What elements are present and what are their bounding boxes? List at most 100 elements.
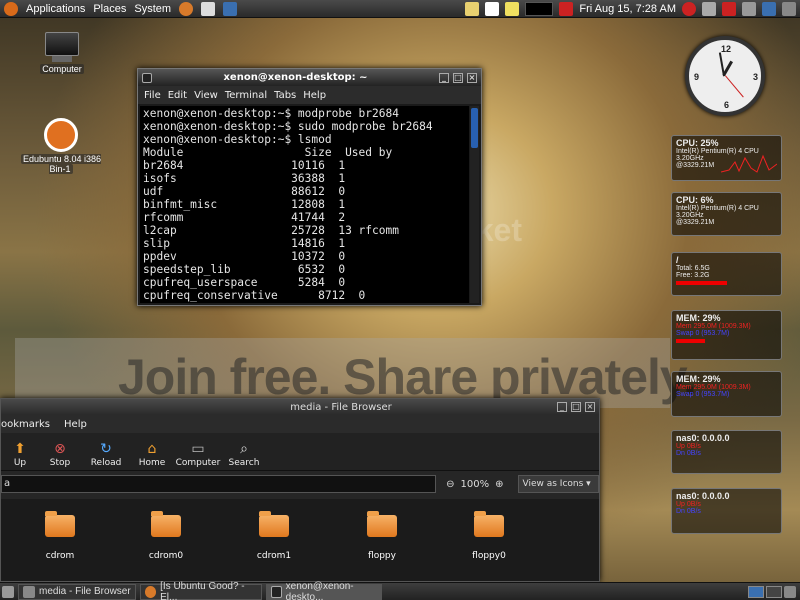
desktop-icon-label: Edubuntu 8.04 i386 Bin-1 [20, 154, 102, 174]
file-name: cdrom [45, 551, 75, 561]
terminal-task-icon [271, 585, 282, 598]
update-icon[interactable] [722, 1, 736, 16]
network-icon[interactable] [559, 1, 574, 16]
computer-button[interactable]: ▭ Computer [175, 440, 221, 470]
volume-icon[interactable] [742, 1, 756, 16]
keyboard-icon[interactable] [702, 1, 716, 16]
terminal-window[interactable]: xenon@xenon-desktop: ~ _ □ × File Edit V… [137, 68, 482, 306]
minimize-icon[interactable]: _ [557, 402, 567, 412]
cpu-monitor-1: CPU: 25% Intel(R) Pentium(R) 4 CPU 3.20G… [671, 135, 782, 181]
cpu-model: Intel(R) Pentium(R) 4 CPU [676, 205, 759, 212]
menu-tabs[interactable]: Tabs [274, 90, 296, 101]
firefox-icon[interactable] [179, 1, 194, 16]
file-name: floppy0 [472, 551, 506, 561]
battery-icon[interactable] [782, 1, 796, 16]
help-icon[interactable] [223, 1, 238, 16]
workspace-pager [748, 585, 800, 598]
memory-monitor-1: MEM: 29% Mem 295.0M (1009.3M) Swap 0 (95… [671, 310, 782, 360]
terminal-scrollbar[interactable] [470, 106, 479, 303]
menu-help[interactable]: Help [303, 90, 326, 101]
menu-system[interactable]: System [134, 3, 171, 15]
file-browser-window[interactable]: media - File Browser _ □ × ookmarks Help… [0, 398, 600, 582]
zoom-control: ⊖ 100% ⊕ [446, 479, 503, 490]
menu-bookmarks[interactable]: ookmarks [1, 419, 50, 430]
zoom-in-icon[interactable]: ⊕ [495, 479, 503, 490]
bottom-panel: media - File Browser [Is Ubuntu Good? - … [0, 580, 800, 600]
close-icon[interactable]: × [585, 402, 595, 412]
task-label: [Is Ubuntu Good? - El... [160, 580, 245, 600]
menu-applications[interactable]: Applications [26, 3, 85, 15]
stop-button[interactable]: ⊗ Stop [37, 440, 83, 470]
terminal-line: binfmt_misc 12808 1 [143, 198, 346, 211]
analog-clock-widget[interactable]: 12 3 6 9 [685, 36, 765, 116]
terminal-line: br2684 10116 1 [143, 159, 346, 172]
notes-icon[interactable] [465, 1, 480, 16]
cpu-speed: 3.20GHz [676, 212, 704, 219]
disk-free: Free: 3.2G [676, 272, 710, 279]
terminal-line: cpufreq_userspace 5284 0 [143, 276, 346, 289]
main-menu: Applications Places System [0, 1, 238, 16]
home-label: Home [138, 458, 166, 468]
menu-view[interactable]: View [194, 90, 218, 101]
cpu-header: CPU: 25% [676, 138, 719, 148]
file-item[interactable]: cdrom [25, 511, 95, 561]
menu-edit[interactable]: Edit [168, 90, 187, 101]
zoom-out-icon[interactable]: ⊖ [446, 479, 454, 490]
bluetooth-icon[interactable] [762, 1, 776, 16]
terminal-app-icon [142, 72, 152, 83]
terminal-line: l2cap 25728 13 rfcomm [143, 224, 399, 237]
edit-icon[interactable] [505, 1, 520, 16]
network-monitor-2: nas0: 0.0.0.0 Up 0B/s Dn 0B/s [671, 488, 782, 534]
terminal-line: xenon@xenon-desktop:~$ sudo modprobe br2… [143, 120, 433, 133]
desktop-icon-disc[interactable]: Edubuntu 8.04 i386 Bin-1 [16, 118, 106, 174]
workspace-switcher[interactable] [525, 1, 554, 16]
hour-hand [722, 60, 733, 76]
reload-label: Reload [90, 458, 122, 468]
ubuntu-logo-icon[interactable] [4, 1, 18, 16]
terminal-line: xenon@xenon-desktop:~$ lsmod [143, 133, 332, 146]
mail-icon[interactable] [201, 1, 216, 16]
clock-number: 3 [753, 72, 759, 82]
workspace-1[interactable] [748, 585, 764, 598]
task-file-browser[interactable]: media - File Browser [18, 583, 136, 600]
file-item[interactable]: floppy [347, 511, 417, 561]
reload-icon: ↻ [100, 441, 112, 457]
maximize-icon[interactable]: □ [453, 72, 463, 83]
view-mode-select[interactable]: View as Icons ▾ [517, 475, 599, 493]
up-button[interactable]: ⬆ Up [3, 440, 37, 470]
file-browser-toolbar: ⬆ Up ⊗ Stop ↻ Reload ⌂ Home ▭ Computer ⌕ Searc… [1, 433, 599, 471]
cpu-freq: @3329.21M [676, 219, 715, 226]
scrollbar-thumb[interactable] [471, 108, 478, 148]
reload-button[interactable]: ↻ Reload [83, 440, 129, 470]
desktop-icon-computer[interactable]: Computer [38, 32, 86, 74]
menu-places[interactable]: Places [93, 3, 126, 15]
close-icon[interactable]: × [467, 72, 477, 83]
location-input[interactable]: a [1, 475, 437, 493]
document-icon[interactable] [485, 1, 500, 16]
minimize-icon[interactable]: _ [439, 72, 449, 83]
task-terminal[interactable]: xenon@xenon-deskto... [266, 581, 382, 600]
file-icon-view[interactable]: cdrom cdrom0 cdrom1 floppy floppy0 [1, 499, 599, 581]
task-firefox[interactable]: [Is Ubuntu Good? - El... [140, 580, 262, 600]
show-desktop-icon[interactable] [2, 585, 14, 598]
terminal-line: rfcomm 41744 2 [143, 211, 346, 224]
power-icon[interactable] [682, 1, 696, 16]
file-item[interactable]: floppy0 [454, 511, 524, 561]
memory-monitor-2: MEM: 29% Mem 295.0M (1009.3M) Swap 0 (95… [671, 371, 782, 417]
file-item[interactable]: cdrom0 [131, 511, 201, 561]
folder-icon [367, 511, 397, 537]
maximize-icon[interactable]: □ [571, 402, 581, 412]
workspace-2[interactable] [766, 585, 782, 598]
home-button[interactable]: ⌂ Home [129, 440, 175, 470]
panel-clock[interactable]: Fri Aug 15, 7:28 AM [579, 3, 676, 15]
menu-terminal[interactable]: Terminal [225, 90, 267, 101]
terminal-output[interactable]: xenon@xenon-desktop:~$ modprobe br2684 xe… [140, 106, 469, 303]
file-browser-menubar: ookmarks Help [1, 415, 599, 433]
file-browser-titlebar[interactable]: media - File Browser _ □ × [1, 399, 599, 415]
search-button[interactable]: ⌕ Search [221, 440, 267, 470]
trash-icon[interactable] [784, 585, 796, 598]
menu-file[interactable]: File [144, 90, 161, 101]
menu-help[interactable]: Help [64, 419, 87, 430]
file-item[interactable]: cdrom1 [239, 511, 309, 561]
terminal-titlebar[interactable]: xenon@xenon-desktop: ~ _ □ × [138, 69, 481, 86]
